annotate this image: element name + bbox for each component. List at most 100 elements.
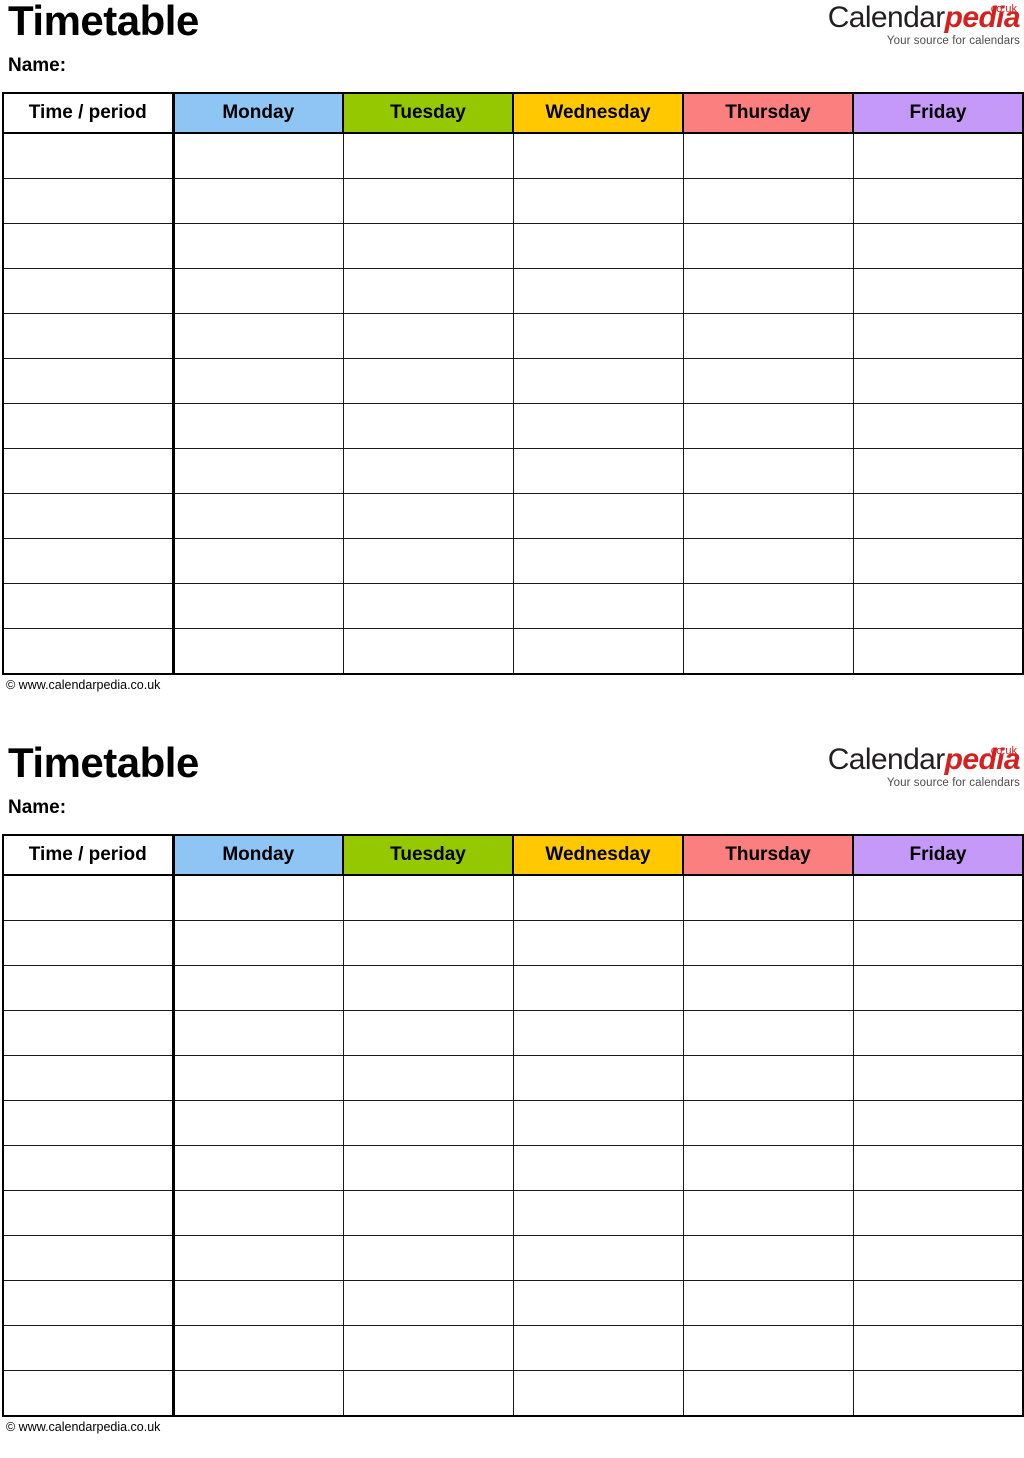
- cell-wednesday[interactable]: [512, 358, 684, 404]
- cell-wednesday[interactable]: [512, 493, 684, 539]
- cell-wednesday[interactable]: [512, 268, 684, 314]
- cell-thursday[interactable]: [682, 920, 854, 966]
- cell-thursday[interactable]: [682, 628, 854, 675]
- cell-thursday[interactable]: [682, 1010, 854, 1056]
- cell-monday[interactable]: [172, 965, 344, 1011]
- cell-time[interactable]: [2, 965, 175, 1011]
- cell-monday[interactable]: [172, 1370, 344, 1417]
- cell-tuesday[interactable]: [342, 874, 514, 921]
- cell-wednesday[interactable]: [512, 313, 684, 359]
- cell-thursday[interactable]: [682, 1100, 854, 1146]
- cell-tuesday[interactable]: [342, 493, 514, 539]
- cell-time[interactable]: [2, 1370, 175, 1417]
- cell-tuesday[interactable]: [342, 313, 514, 359]
- cell-time[interactable]: [2, 1010, 175, 1056]
- cell-wednesday[interactable]: [512, 1370, 684, 1417]
- cell-tuesday[interactable]: [342, 1235, 514, 1281]
- cell-friday[interactable]: [852, 493, 1024, 539]
- cell-thursday[interactable]: [682, 448, 854, 494]
- cell-wednesday[interactable]: [512, 223, 684, 269]
- cell-wednesday[interactable]: [512, 920, 684, 966]
- cell-friday[interactable]: [852, 1055, 1024, 1101]
- cell-thursday[interactable]: [682, 1145, 854, 1191]
- cell-tuesday[interactable]: [342, 403, 514, 449]
- cell-time[interactable]: [2, 448, 175, 494]
- cell-wednesday[interactable]: [512, 448, 684, 494]
- cell-thursday[interactable]: [682, 268, 854, 314]
- cell-thursday[interactable]: [682, 874, 854, 921]
- cell-time[interactable]: [2, 268, 175, 314]
- cell-tuesday[interactable]: [342, 358, 514, 404]
- cell-monday[interactable]: [172, 538, 344, 584]
- cell-friday[interactable]: [852, 1280, 1024, 1326]
- cell-tuesday[interactable]: [342, 1370, 514, 1417]
- cell-thursday[interactable]: [682, 132, 854, 179]
- cell-thursday[interactable]: [682, 223, 854, 269]
- cell-monday[interactable]: [172, 1145, 344, 1191]
- cell-friday[interactable]: [852, 1010, 1024, 1056]
- cell-friday[interactable]: [852, 358, 1024, 404]
- cell-time[interactable]: [2, 358, 175, 404]
- cell-thursday[interactable]: [682, 538, 854, 584]
- cell-tuesday[interactable]: [342, 1010, 514, 1056]
- cell-tuesday[interactable]: [342, 1100, 514, 1146]
- cell-friday[interactable]: [852, 1190, 1024, 1236]
- cell-wednesday[interactable]: [512, 1280, 684, 1326]
- cell-time[interactable]: [2, 1280, 175, 1326]
- cell-monday[interactable]: [172, 1010, 344, 1056]
- cell-wednesday[interactable]: [512, 1100, 684, 1146]
- cell-monday[interactable]: [172, 1190, 344, 1236]
- cell-wednesday[interactable]: [512, 965, 684, 1011]
- cell-wednesday[interactable]: [512, 1190, 684, 1236]
- cell-time[interactable]: [2, 1145, 175, 1191]
- cell-wednesday[interactable]: [512, 628, 684, 675]
- cell-monday[interactable]: [172, 493, 344, 539]
- cell-time[interactable]: [2, 1235, 175, 1281]
- cell-wednesday[interactable]: [512, 874, 684, 921]
- cell-friday[interactable]: [852, 1325, 1024, 1371]
- cell-monday[interactable]: [172, 448, 344, 494]
- cell-friday[interactable]: [852, 403, 1024, 449]
- cell-time[interactable]: [2, 920, 175, 966]
- cell-thursday[interactable]: [682, 1055, 854, 1101]
- cell-friday[interactable]: [852, 538, 1024, 584]
- cell-wednesday[interactable]: [512, 178, 684, 224]
- cell-time[interactable]: [2, 628, 175, 675]
- cell-thursday[interactable]: [682, 583, 854, 629]
- cell-thursday[interactable]: [682, 313, 854, 359]
- cell-tuesday[interactable]: [342, 1055, 514, 1101]
- cell-thursday[interactable]: [682, 493, 854, 539]
- cell-time[interactable]: [2, 1055, 175, 1101]
- cell-time[interactable]: [2, 223, 175, 269]
- cell-friday[interactable]: [852, 1370, 1024, 1417]
- cell-monday[interactable]: [172, 1280, 344, 1326]
- cell-monday[interactable]: [172, 874, 344, 921]
- cell-tuesday[interactable]: [342, 1280, 514, 1326]
- cell-wednesday[interactable]: [512, 1055, 684, 1101]
- cell-tuesday[interactable]: [342, 1325, 514, 1371]
- cell-friday[interactable]: [852, 628, 1024, 675]
- cell-thursday[interactable]: [682, 178, 854, 224]
- cell-tuesday[interactable]: [342, 268, 514, 314]
- cell-friday[interactable]: [852, 1235, 1024, 1281]
- cell-tuesday[interactable]: [342, 448, 514, 494]
- cell-time[interactable]: [2, 583, 175, 629]
- cell-time[interactable]: [2, 403, 175, 449]
- cell-friday[interactable]: [852, 874, 1024, 921]
- cell-time[interactable]: [2, 132, 175, 179]
- cell-thursday[interactable]: [682, 403, 854, 449]
- cell-tuesday[interactable]: [342, 178, 514, 224]
- cell-monday[interactable]: [172, 920, 344, 966]
- cell-friday[interactable]: [852, 1100, 1024, 1146]
- cell-wednesday[interactable]: [512, 132, 684, 179]
- cell-wednesday[interactable]: [512, 1145, 684, 1191]
- cell-thursday[interactable]: [682, 1370, 854, 1417]
- cell-wednesday[interactable]: [512, 583, 684, 629]
- cell-monday[interactable]: [172, 1235, 344, 1281]
- cell-tuesday[interactable]: [342, 538, 514, 584]
- cell-time[interactable]: [2, 1325, 175, 1371]
- cell-tuesday[interactable]: [342, 1145, 514, 1191]
- cell-wednesday[interactable]: [512, 1010, 684, 1056]
- cell-friday[interactable]: [852, 178, 1024, 224]
- cell-monday[interactable]: [172, 583, 344, 629]
